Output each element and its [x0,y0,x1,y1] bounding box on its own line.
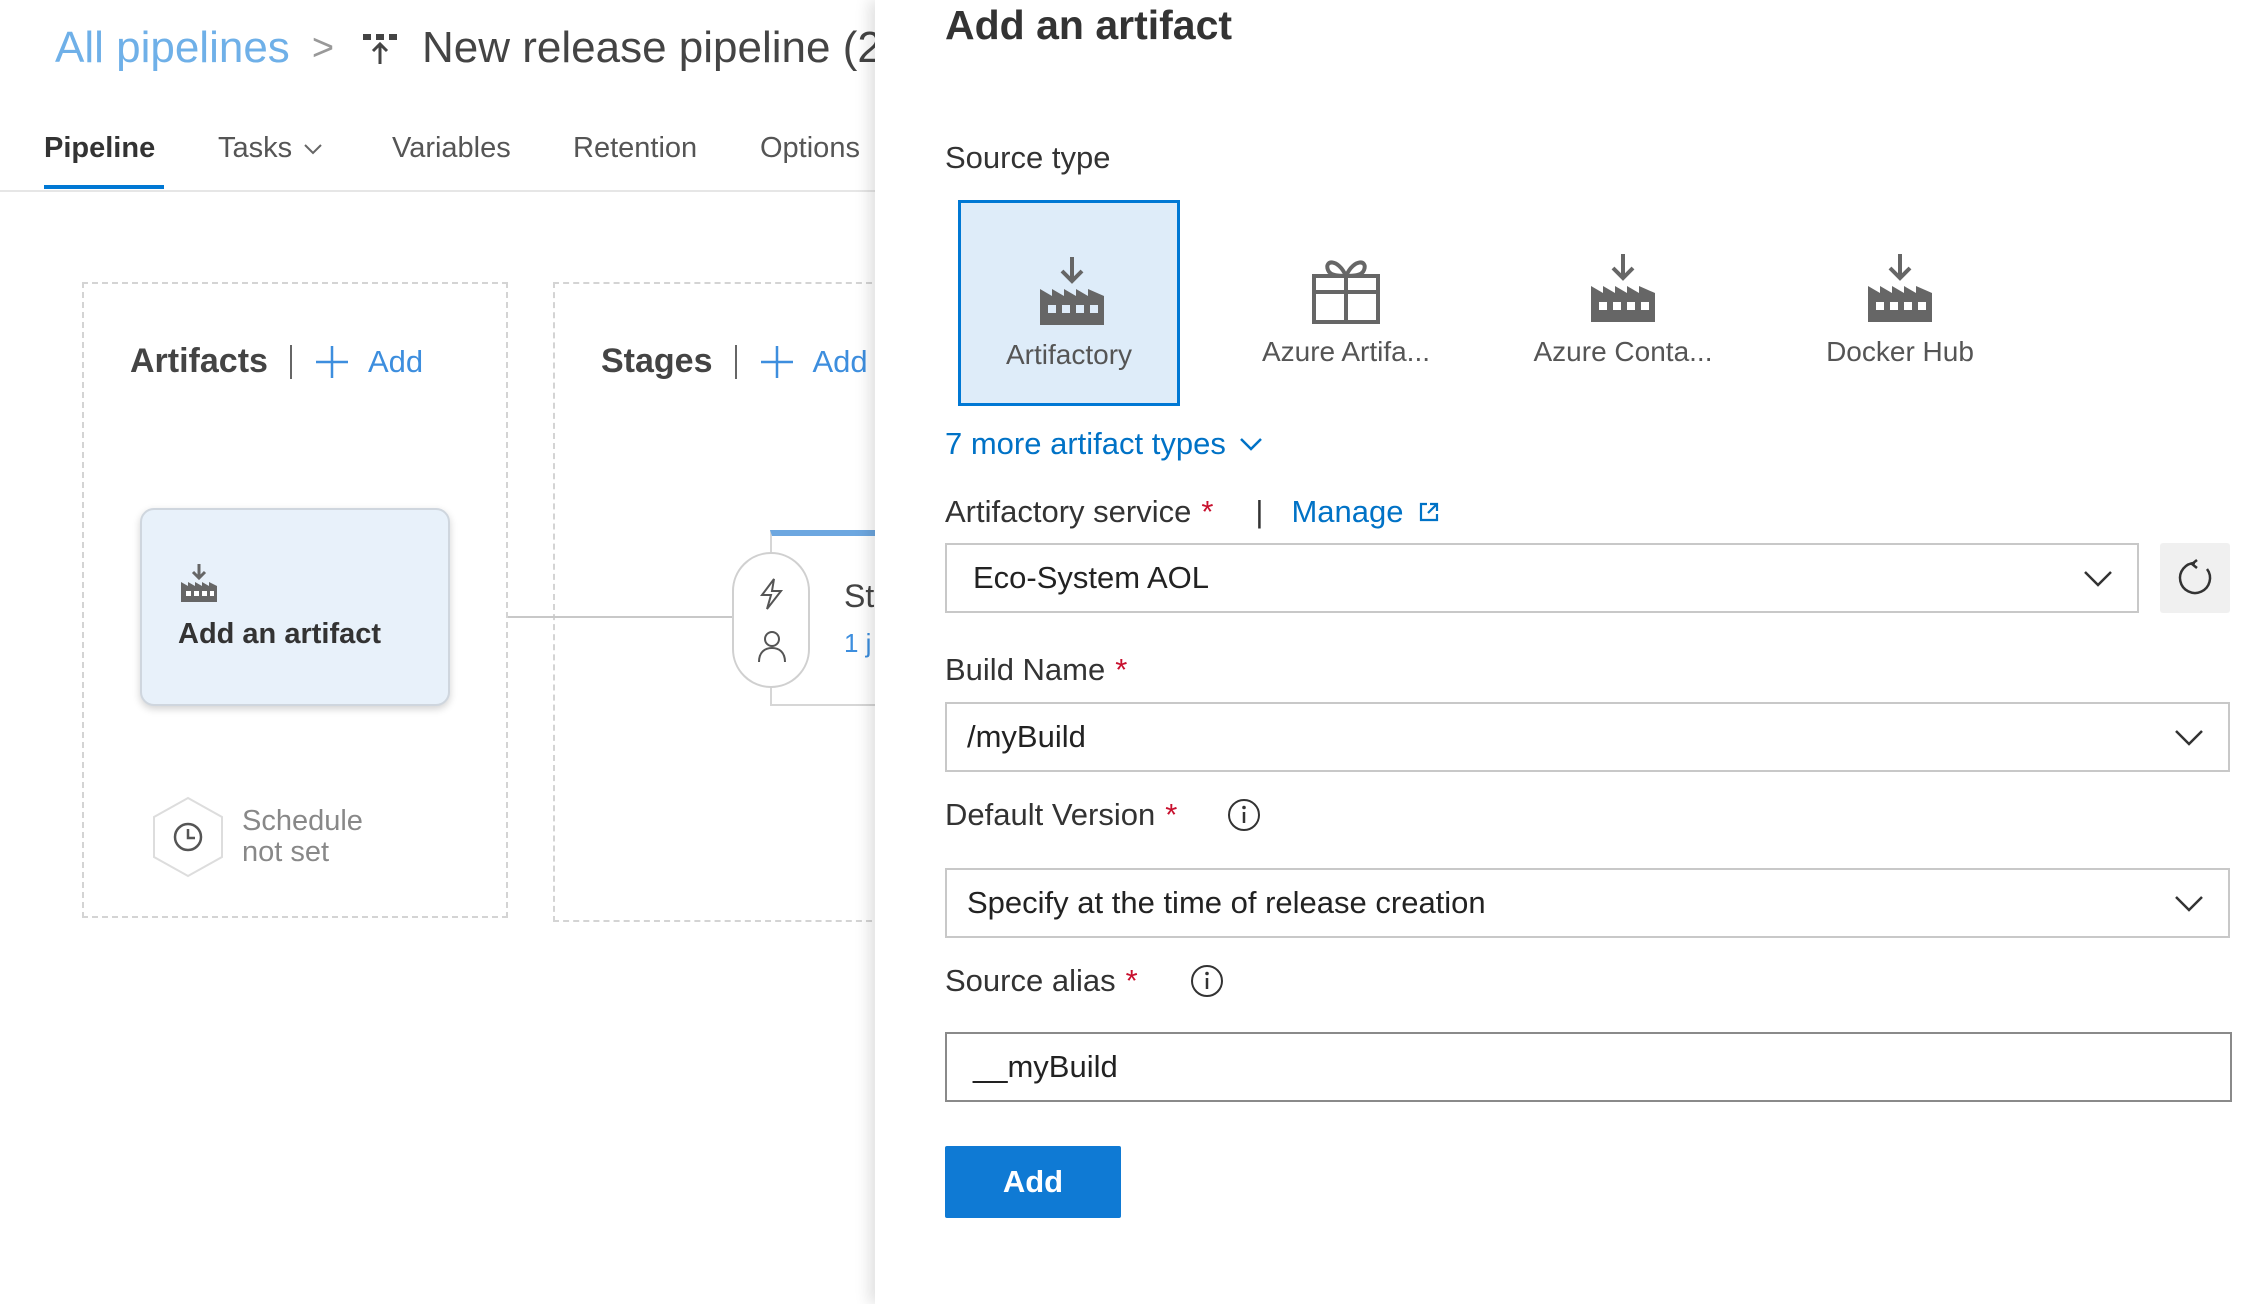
pipeline-editor: All pipelines > New release pipeline (2)… [0,0,875,1304]
artifact-download-icon [1868,254,1932,322]
required-asterisk: * [1165,797,1178,832]
person-icon [758,631,786,663]
default-version-label: Default Version * [945,797,1261,833]
add-artifact-panel: Add an artifact Source type Artifactory … [875,0,2264,1304]
add-artifact-link[interactable]: Add [314,344,423,380]
required-asterisk: * [1201,494,1214,529]
info-icon[interactable] [1190,964,1224,998]
build-name-value: /myBuild [967,719,1086,754]
label-separator: | [1255,494,1264,529]
breadcrumb-separator: > [311,26,335,69]
source-type-name: Azure Conta... [1533,336,1713,367]
clock-hexagon-icon [153,796,223,878]
tab-tasks-label: Tasks [218,132,293,164]
active-tab-indicator [44,185,164,189]
source-type-label: Source type [945,140,1110,176]
external-link-icon [1419,502,1438,522]
manage-link[interactable]: Manage [1291,494,1439,530]
panel-title: Add an artifact [945,2,1233,48]
schedule-trigger[interactable]: Schedule not set [150,795,363,879]
source-alias-label: Source alias * [945,963,1224,999]
tab-retention[interactable]: Retention [573,132,697,165]
source-type-label-text: Source type [945,140,1111,175]
artifact-download-icon [1040,257,1104,325]
build-name-select[interactable]: /myBuild [945,702,2230,772]
build-name-label-text: Build Name [945,652,1106,687]
add-stage-link[interactable]: Add [759,344,868,380]
schedule-line-2: not set [242,836,330,868]
more-artifact-types-label: 7 more artifact types [945,426,1226,461]
stage-name: St [844,578,875,614]
chevron-down-icon [2175,896,2203,912]
schedule-status: Schedule not set [242,806,363,868]
stage-jobs-link[interactable]: 1 j [844,628,871,659]
header-divider [734,344,737,379]
page-title: New release pipeline (2) [422,23,875,72]
artifactory-service-label-text: Artifactory service [945,494,1192,529]
tab-options[interactable]: Options [760,132,860,165]
add-artifact-card[interactable]: Add an artifact [140,508,450,706]
source-type-docker-hub[interactable]: Docker Hub [1789,200,2011,406]
add-stage-label: Add [812,343,868,379]
artifact-download-icon [1591,254,1655,322]
artifactory-service-label: Artifactory service * | Manage [945,494,1440,530]
required-asterisk: * [1125,963,1138,998]
stages-header: Stages Add [601,342,868,381]
manage-link-label: Manage [1291,494,1404,529]
gift-package-icon [1312,260,1380,324]
schedule-line-1: Schedule [242,805,363,837]
plus-icon [315,345,348,378]
source-type-artifactory[interactable]: Artifactory [958,200,1180,406]
artifacts-title: Artifacts [130,342,268,380]
tab-bar: Pipeline Tasks Variables Retention Optio… [0,120,875,192]
add-artifact-label: Add [367,343,424,379]
artifactory-service-select[interactable]: Eco-System AOL [945,543,2139,613]
lightning-icon [760,578,784,610]
artifactory-service-value: Eco-System AOL [973,560,1210,595]
add-artifact-card-label: Add an artifact [178,618,382,650]
info-icon[interactable] [1227,798,1261,832]
source-type-azure-container[interactable]: Azure Conta... [1512,200,1734,406]
stages-title: Stages [601,342,713,380]
refresh-button[interactable] [2160,543,2230,613]
artifact-download-icon [181,564,217,602]
tab-tasks[interactable]: Tasks [218,132,324,165]
chevron-down-icon [304,143,322,154]
release-pipeline-icon [363,34,398,64]
pre-deployment-conditions[interactable] [732,552,810,688]
required-asterisk: * [1115,652,1128,687]
chevron-down-icon [1239,438,1262,451]
source-type-name: Artifactory [1005,339,1133,370]
more-artifact-types-link[interactable]: 7 more artifact types [945,426,1264,462]
plus-icon [760,345,793,378]
add-button[interactable]: Add [945,1146,1121,1218]
refresh-icon [2178,559,2212,595]
source-type-azure-artifacts[interactable]: Azure Artifa... [1235,200,1457,406]
chevron-down-icon [2084,571,2112,587]
tab-variables[interactable]: Variables [392,132,511,165]
artifacts-header: Artifacts Add [130,342,423,381]
chevron-down-icon [2175,730,2203,746]
source-type-name: Docker Hub [1826,336,1974,367]
build-name-label: Build Name * [945,652,1127,688]
source-alias-label-text: Source alias [945,963,1116,998]
all-pipelines-link[interactable]: All pipelines [55,23,290,73]
source-alias-input[interactable]: __myBuild [945,1032,2232,1102]
header-divider [289,344,292,379]
default-version-select[interactable]: Specify at the time of release creation [945,868,2230,938]
default-version-label-text: Default Version [945,797,1156,832]
default-version-value: Specify at the time of release creation [967,885,1486,920]
source-type-name: Azure Artifa... [1261,336,1431,367]
pipeline-connector [508,616,740,618]
tab-pipeline[interactable]: Pipeline [44,132,155,165]
breadcrumb: All pipelines > New release pipeline (2) [55,18,875,78]
